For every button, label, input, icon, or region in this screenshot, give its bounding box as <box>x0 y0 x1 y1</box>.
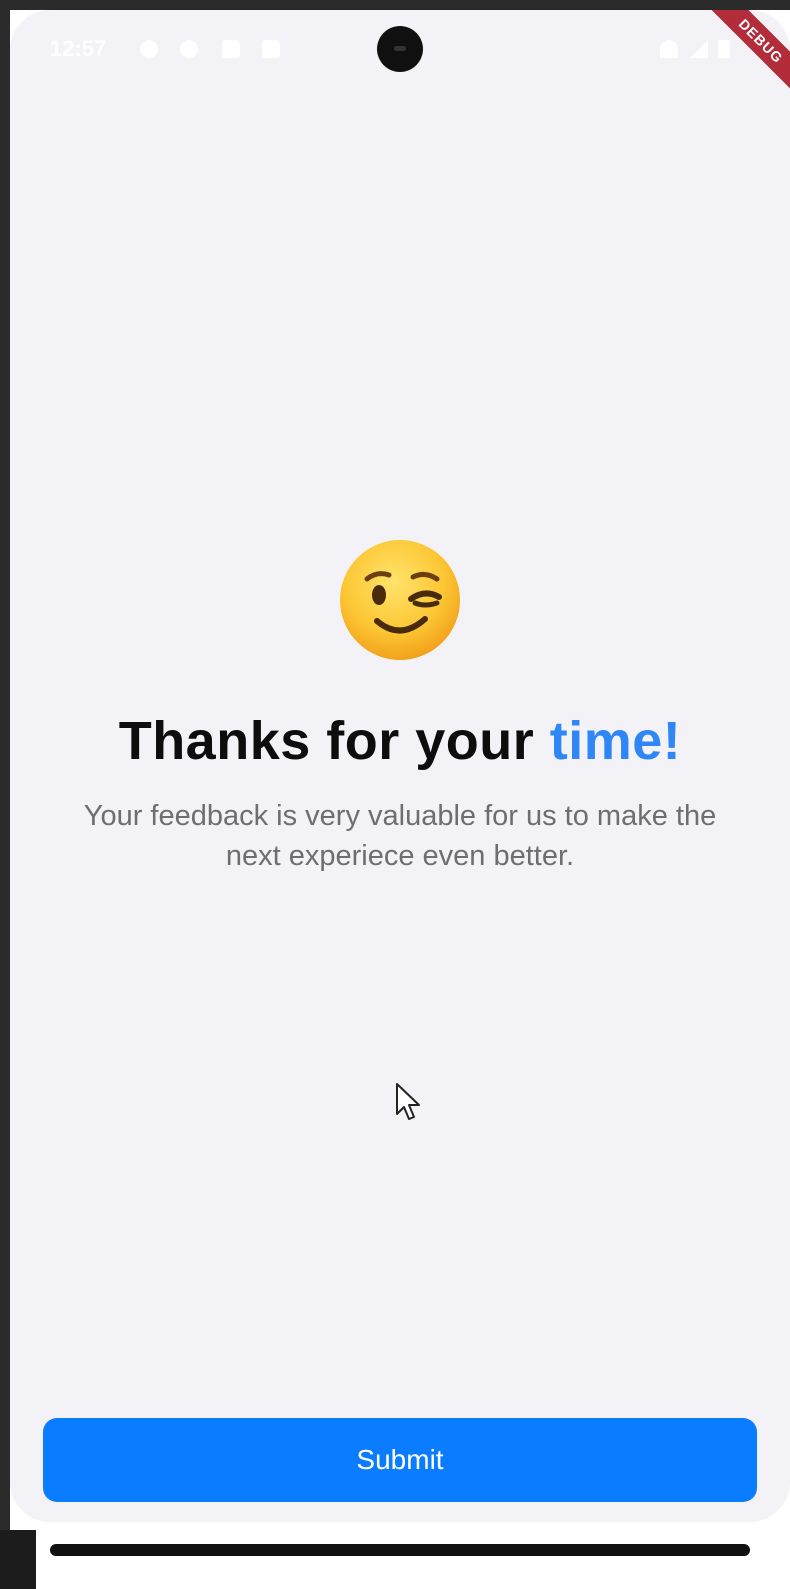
feedback-message: Your feedback is very valuable for us to… <box>83 800 717 872</box>
app-icon <box>222 40 240 58</box>
battery-icon <box>718 40 730 58</box>
device-frame-top <box>0 0 790 10</box>
device-frame-left <box>0 0 10 1589</box>
wifi-icon <box>660 40 678 58</box>
app-icon-secondary <box>262 40 280 58</box>
notification-icon <box>140 40 158 58</box>
signal-icon <box>690 40 708 58</box>
settings-icon <box>180 40 198 58</box>
device-frame-corner <box>0 1530 36 1589</box>
status-time: 12:57 <box>50 36 107 61</box>
front-camera <box>377 26 423 72</box>
mouse-cursor-icon <box>394 1082 424 1122</box>
device-bottom-edge <box>50 1544 750 1556</box>
title-main-text: Thanks for your <box>118 711 550 771</box>
winking-face-icon <box>337 537 463 663</box>
submit-button[interactable]: Submit <box>43 1418 757 1502</box>
page-title: Thanks for your time! <box>10 710 790 772</box>
title-accent-text: time! <box>549 711 682 771</box>
app-screen: 12:57 DEBUG Thanks for your time! Your f… <box>10 10 790 1522</box>
status-bar: 12:57 <box>10 10 790 80</box>
device-stage: 12:57 DEBUG Thanks for your time! Your f… <box>0 0 790 1589</box>
